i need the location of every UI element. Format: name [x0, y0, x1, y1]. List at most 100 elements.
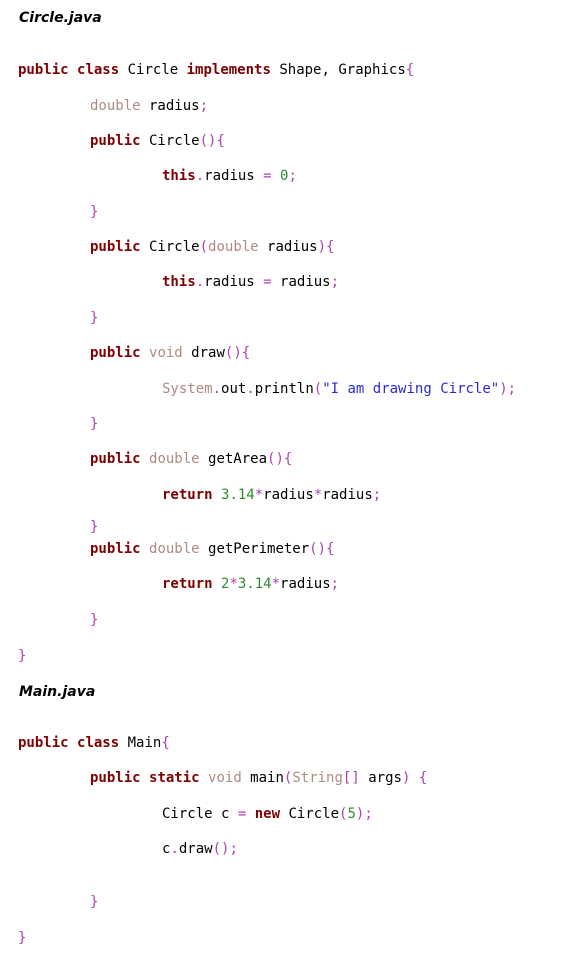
code-token: Circle c	[162, 806, 238, 822]
code-token: radius	[280, 576, 331, 592]
code-token: out	[221, 381, 247, 397]
code-token: public	[90, 133, 141, 149]
code-token: (){	[199, 133, 225, 149]
code-token: double	[90, 98, 141, 114]
code-token: void	[149, 345, 183, 361]
code-line: public Circle(double radius){	[90, 238, 334, 256]
code-line: return 3.14*radius*radius;	[162, 486, 381, 504]
code-token: this	[162, 274, 196, 290]
code-token: draw	[182, 345, 225, 361]
code-line: public void draw(){	[90, 344, 250, 362]
code-token: Shape, Graphics	[270, 62, 406, 78]
code-line: public double getPerimeter(){	[90, 540, 334, 558]
code-line: this.radius = radius;	[162, 273, 339, 291]
code-line: }	[18, 647, 26, 665]
code-line: public class Circle implements Shape, Gr…	[18, 61, 414, 79]
code-token: {	[405, 62, 415, 78]
code-token: ;	[330, 274, 340, 290]
code-token: }	[90, 519, 99, 535]
code-token: public	[90, 541, 141, 557]
code-token: void	[208, 770, 242, 786]
code-token: .	[170, 841, 179, 857]
code-token: );	[355, 806, 373, 822]
code-line: public class Main{	[18, 734, 170, 752]
code-token: Circle	[280, 806, 340, 822]
code-token: }	[18, 930, 27, 946]
code-token: println	[254, 381, 314, 397]
code-token: Circle	[140, 239, 200, 255]
code-token: }	[90, 416, 99, 432]
code-token: radius	[263, 487, 314, 503]
code-token: double	[208, 239, 259, 255]
code-token: "I am drawing Circle"	[322, 381, 500, 397]
code-token: radius	[204, 274, 264, 290]
code-token: []	[342, 770, 360, 786]
code-token: }	[90, 310, 99, 326]
code-token: }	[90, 894, 99, 910]
code-token: .	[195, 274, 205, 290]
code-token: =	[263, 168, 272, 184]
code-token: 3.14	[221, 487, 255, 503]
code-token: ;	[330, 576, 340, 592]
code-line: public double getArea(){	[90, 450, 292, 468]
code-token: main	[241, 770, 284, 786]
code-line: }	[90, 415, 98, 433]
code-token: implements	[186, 62, 271, 78]
code-line: }	[90, 611, 98, 629]
code-token: double	[149, 541, 200, 557]
code-token: );	[499, 381, 517, 397]
code-token: public	[90, 239, 141, 255]
code-token: getArea	[199, 451, 268, 467]
code-token: public	[90, 345, 141, 361]
code-token: 3.14	[237, 576, 272, 592]
code-token: ;	[288, 168, 297, 184]
code-line: }	[90, 203, 98, 221]
code-token: return	[162, 576, 213, 592]
file-title: Main.java	[19, 684, 96, 700]
code-token: }	[90, 204, 99, 220]
code-line: public Circle(){	[90, 132, 225, 150]
code-token: public	[18, 735, 69, 751]
code-token: .	[195, 168, 205, 184]
code-token: radius	[258, 239, 318, 255]
code-token: ;	[372, 487, 382, 503]
code-token: 5	[347, 806, 356, 822]
code-line: public static void main(String[] args) {	[90, 769, 427, 787]
code-token: Main	[119, 735, 162, 751]
code-token: *	[254, 487, 264, 503]
file-title: Circle.java	[19, 10, 102, 26]
code-line: double radius;	[90, 97, 208, 115]
code-token: }	[18, 648, 27, 664]
code-token: Circle	[140, 133, 200, 149]
code-token: *	[313, 487, 323, 503]
code-line: Circle c = new Circle(5);	[162, 805, 373, 823]
code-token: System	[162, 381, 213, 397]
code-token: .	[246, 381, 255, 397]
code-token: public	[90, 451, 141, 467]
code-token: static	[149, 770, 200, 786]
code-token: (	[313, 381, 323, 397]
code-token: ;	[199, 98, 209, 114]
code-token: class	[77, 62, 120, 78]
code-token: (){	[267, 451, 293, 467]
code-line: System.out.println("I am drawing Circle"…	[162, 380, 516, 398]
code-token: class	[77, 735, 120, 751]
code-token: Circle	[119, 62, 187, 78]
code-token: *	[271, 576, 281, 592]
code-line: }	[90, 518, 98, 536]
code-token: radius	[204, 168, 264, 184]
code-token: String	[292, 770, 343, 786]
code-line: this.radius = 0;	[162, 167, 297, 185]
code-token: public	[90, 770, 141, 786]
code-token: public	[18, 62, 69, 78]
code-token: double	[149, 451, 200, 467]
